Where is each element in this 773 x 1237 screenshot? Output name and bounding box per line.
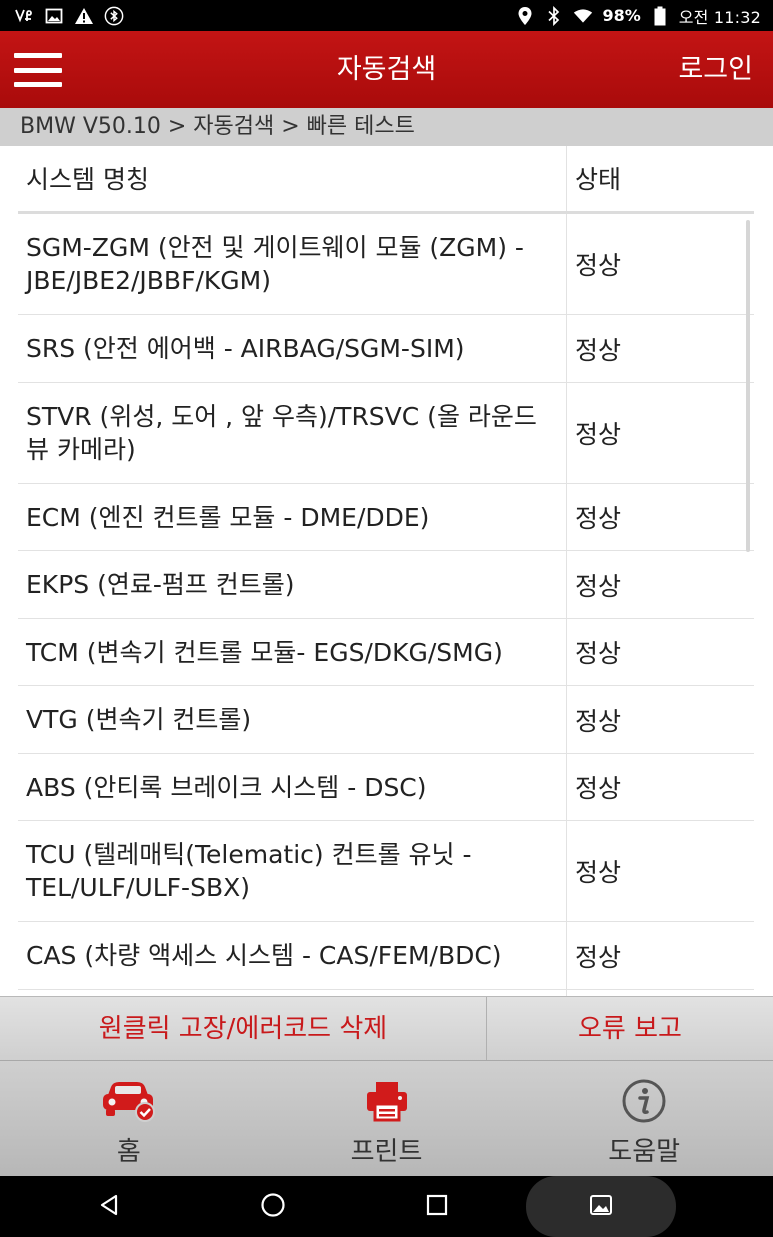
back-button[interactable]: [79, 1176, 139, 1237]
menu-icon-bar: [14, 67, 62, 73]
table-row[interactable]: SGM-ZGM (안전 및 게이트웨이 모듈 (ZGM) - JBE/JBE2/…: [18, 214, 754, 315]
bluetooth-icon: [544, 5, 564, 26]
image-icon: [44, 6, 64, 26]
nav-home[interactable]: 홈: [0, 1061, 258, 1176]
gallery-icon: [589, 1194, 613, 1220]
row-system-name: VTG (변속기 컨트롤): [18, 686, 567, 753]
clear-all-codes-button[interactable]: 원클릭 고장/에러코드 삭제: [0, 997, 487, 1061]
breadcrumb: BMW V50.10 > 자동검색 > 빠른 테스트: [0, 108, 773, 146]
action-bar: 원클릭 고장/에러코드 삭제 오류 보고: [0, 996, 773, 1061]
status-bar: 98% 오전 11:32: [0, 0, 773, 31]
row-status: 정상: [575, 504, 622, 533]
row-status: 정상: [575, 858, 622, 887]
status-left: [14, 6, 124, 26]
row-status: 정상: [575, 420, 622, 449]
row-status: 정상: [575, 251, 622, 280]
row-status: 정상: [575, 335, 622, 365]
row-system-name: CAS (차량 액세스 시스템 - CAS/FEM/BDC): [18, 922, 567, 989]
row-system-name: ABS (안티록 브레이크 시스템 - DSC): [18, 754, 567, 820]
bluetooth-circle-icon: [104, 6, 124, 26]
table-row[interactable]: VTG (변속기 컨트롤) 정상: [18, 686, 754, 754]
recents-square-icon: [426, 1194, 448, 1220]
system-nav-bar: [0, 1176, 773, 1237]
car-check-icon: [101, 1077, 157, 1125]
login-button[interactable]: 로그인: [678, 31, 753, 108]
back-triangle-icon: [97, 1193, 121, 1221]
table-row[interactable]: CAS (차량 액세스 시스템 - CAS/FEM/BDC) 정상: [18, 922, 754, 990]
row-status: 정상: [575, 706, 622, 736]
table-row[interactable]: ECM (엔진 컨트롤 모듈 - DME/DDE) 정상: [18, 484, 754, 551]
recents-button[interactable]: [407, 1176, 467, 1237]
app-bar: 자동검색 로그인: [0, 31, 773, 108]
row-status: 정상: [575, 942, 622, 972]
table-row[interactable]: SRS (안전 에어백 - AIRBAG/SGM-SIM) 정상: [18, 315, 754, 383]
home-button[interactable]: [243, 1176, 303, 1237]
menu-icon-bar: [14, 53, 62, 58]
table-header: 시스템 명칭 상태: [18, 146, 754, 214]
nav-print-label: 프린트: [350, 1137, 423, 1167]
status-right: 98% 오전 11:32: [515, 4, 761, 28]
status-time: 오전 11:32: [678, 7, 761, 27]
menu-icon-bar: [14, 82, 62, 87]
table-row[interactable]: TCU (텔레매틱(Telematic) 컨트롤 유닛 - TEL/ULF/UL…: [18, 821, 754, 922]
usb-debug-icon: [14, 6, 34, 26]
scrollbar-thumb[interactable]: [746, 220, 750, 552]
row-system-name: SRS (안전 에어백 - AIRBAG/SGM-SIM): [18, 315, 567, 382]
printer-icon: [359, 1077, 415, 1125]
row-system-name: TCM (변속기 컨트롤 모듈- EGS/DKG/SMG): [18, 619, 567, 685]
row-status: 정상: [575, 639, 622, 668]
row-system-name: ECM (엔진 컨트롤 모듈 - DME/DDE): [18, 484, 567, 550]
row-system-name: TCU (텔레매틱(Telematic) 컨트롤 유닛 - TEL/ULF/UL…: [18, 821, 567, 921]
wifi-icon: [573, 6, 593, 26]
table-row[interactable]: STVR (위성, 도어 , 앞 우측)/TRSVC (올 라운드 뷰 카메라)…: [18, 383, 754, 484]
header-system-name: 시스템 명칭: [18, 146, 567, 211]
nav-help-label: 도움말: [608, 1137, 681, 1167]
error-report-button[interactable]: 오류 보고: [487, 997, 773, 1061]
nav-print[interactable]: 프린트: [258, 1061, 516, 1176]
system-table[interactable]: 시스템 명칭 상태 SGM-ZGM (안전 및 게이트웨이 모듈 (ZGM) -…: [18, 146, 754, 996]
info-icon: [616, 1077, 672, 1125]
nav-home-label: 홈: [116, 1137, 141, 1167]
battery-icon: [650, 6, 670, 26]
nav-help[interactable]: 도움말: [515, 1061, 773, 1176]
row-system-name: SGM-ZGM (안전 및 게이트웨이 모듈 (ZGM) - JBE/JBE2/…: [18, 214, 567, 314]
home-circle-icon: [260, 1192, 286, 1222]
bottom-nav: 홈 프린트 도움말: [0, 1060, 773, 1176]
table-row[interactable]: EKPS (연료-펌프 컨트롤) 정상: [18, 551, 754, 619]
row-status: 정상: [575, 571, 622, 601]
screenshot-button[interactable]: [526, 1176, 676, 1237]
table-row[interactable]: ABS (안티록 브레이크 시스템 - DSC) 정상: [18, 754, 754, 821]
battery-percent: 98%: [602, 6, 641, 25]
row-status: 정상: [575, 774, 622, 803]
menu-button[interactable]: [14, 53, 62, 87]
row-system-name: EKPS (연료-펌프 컨트롤): [18, 551, 567, 618]
page-title: 자동검색: [336, 54, 437, 85]
row-system-name: STVR (위성, 도어 , 앞 우측)/TRSVC (올 라운드 뷰 카메라): [18, 383, 567, 483]
location-icon: [515, 6, 535, 26]
warning-icon: [74, 6, 94, 26]
header-status: 상태: [575, 165, 622, 194]
table-row[interactable]: TCM (변속기 컨트롤 모듈- EGS/DKG/SMG) 정상: [18, 619, 754, 686]
